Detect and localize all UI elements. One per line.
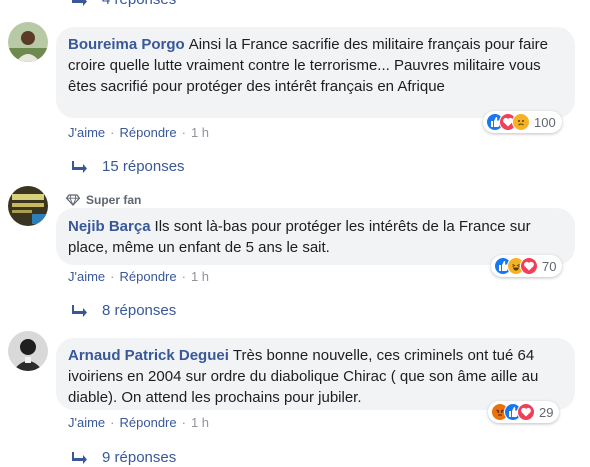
reactions-summary[interactable]: 100	[483, 111, 562, 133]
comment-actions: J'aime · Répondre · 1 h	[68, 269, 209, 284]
super-fan-badge: Super fan	[66, 193, 141, 207]
timestamp[interactable]: 1 h	[191, 269, 209, 284]
reply-arrow-icon	[72, 160, 87, 173]
view-replies-link[interactable]: 15 réponses	[72, 158, 185, 175]
like-link[interactable]: J'aime	[68, 125, 105, 140]
reply-arrow-icon	[72, 451, 87, 464]
author-name[interactable]: Arnaud Patrick Deguei	[68, 347, 229, 364]
love-icon	[520, 257, 538, 275]
view-replies-link[interactable]: 8 réponses	[72, 302, 176, 319]
like-link[interactable]: J'aime	[68, 269, 105, 284]
reply-link[interactable]: Répondre	[120, 269, 177, 284]
super-fan-label: Super fan	[86, 193, 142, 207]
reply-link[interactable]: Répondre	[120, 125, 177, 140]
reaction-count: 70	[542, 258, 557, 274]
reactions-summary[interactable]: 29	[488, 401, 560, 423]
sad-icon	[512, 113, 530, 131]
separator: ·	[181, 415, 186, 430]
comment-actions: J'aime · Répondre · 1 h	[68, 415, 209, 430]
separator: ·	[110, 125, 115, 140]
author-name[interactable]: Boureima Porgo	[68, 36, 185, 53]
replies-count: 4 réponses	[102, 0, 176, 8]
separator: ·	[181, 125, 186, 140]
diamond-icon	[66, 194, 80, 206]
avatar[interactable]	[8, 186, 48, 226]
love-icon	[517, 403, 535, 421]
replies-count: 8 réponses	[102, 302, 177, 319]
avatar[interactable]	[8, 22, 48, 62]
avatar[interactable]	[8, 331, 48, 371]
timestamp[interactable]: 1 h	[191, 125, 209, 140]
reaction-count: 100	[534, 114, 556, 130]
replies-count: 15 réponses	[102, 158, 185, 175]
reactions-summary[interactable]: 70	[491, 255, 563, 277]
separator: ·	[110, 269, 115, 284]
separator: ·	[110, 415, 115, 430]
timestamp[interactable]: 1 h	[191, 415, 209, 430]
reply-arrow-icon	[72, 304, 87, 317]
view-replies-link[interactable]: 4 réponses	[72, 0, 176, 8]
comment-bubble: Boureima Porgo Ainsi la France sacrifie d…	[56, 27, 575, 118]
reaction-count: 29	[539, 404, 554, 420]
reply-arrow-icon	[72, 0, 87, 6]
author-name[interactable]: Nejib Barça	[68, 218, 151, 235]
comment-actions: J'aime · Répondre · 1 h	[68, 125, 209, 140]
replies-count: 9 réponses	[102, 449, 177, 466]
view-replies-link[interactable]: 9 réponses	[72, 449, 176, 466]
comment-bubble: Arnaud Patrick Deguei Très bonne nouvelle…	[56, 338, 575, 410]
reply-link[interactable]: Répondre	[120, 415, 177, 430]
separator: ·	[181, 269, 186, 284]
like-link[interactable]: J'aime	[68, 415, 105, 430]
